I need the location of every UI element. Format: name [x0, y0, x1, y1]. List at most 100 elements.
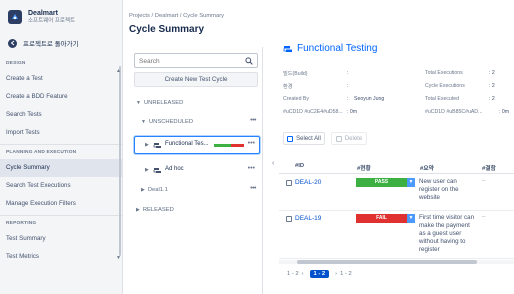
status-badge: FAIL	[356, 214, 407, 223]
sidebar-section-reporting: REPORTING	[6, 221, 37, 226]
chevron-down-icon: ▼	[141, 119, 146, 125]
column-header-status[interactable]: #현황	[357, 163, 371, 172]
scrollbar-thumb[interactable]	[297, 260, 477, 264]
sidebar-item-cycle-summary[interactable]: Cycle Summary	[0, 159, 122, 177]
row-checkbox[interactable]	[286, 180, 292, 186]
row-defects: –	[482, 214, 486, 220]
tree-node-unreleased[interactable]: ▼ UNRELEASED	[136, 100, 183, 106]
tree-node-unreleased-label: UNRELEASED	[143, 100, 184, 106]
table-row[interactable]: DEAL-19 FAIL ▼ First time visitor can ma…	[279, 211, 514, 259]
sidebar-item-search-tests[interactable]: Search Tests	[0, 106, 122, 124]
column-header-id[interactable]: #ID	[295, 163, 304, 169]
row-id-link[interactable]: DEAL-20	[295, 179, 321, 186]
sidebar-item-test-summary[interactable]: Test Summary	[0, 230, 122, 248]
arrow-left-icon	[8, 38, 17, 48]
chevron-down-icon: ▼	[407, 178, 415, 187]
cycle-icon	[283, 45, 292, 52]
delete-label: Delete	[344, 135, 363, 142]
sidebar-item-create-bdd[interactable]: Create a BDD Feature	[0, 88, 122, 106]
project-logo-icon	[8, 10, 22, 24]
app: Dealmart 소프트웨어 프로젝트 프로젝트로 돌아가기 DESIGN Cr…	[0, 0, 514, 294]
extra-left-value: : 0m	[347, 109, 358, 115]
total-executions-value: : 2	[489, 70, 495, 76]
row-summary: New user can register on the website	[419, 178, 459, 201]
unscheduled-more-icon[interactable]: •••	[250, 117, 256, 124]
delete-button[interactable]: Delete	[331, 132, 367, 145]
adhoc-more-icon[interactable]: •••	[248, 165, 255, 172]
sidebar-item-search-executions[interactable]: Search Test Executions	[0, 177, 122, 195]
tree-node-released[interactable]: ▶ RELEASED	[136, 207, 174, 213]
cycle-icon	[153, 168, 161, 173]
cycle-executions-value: : 2	[489, 83, 495, 89]
tree-cycle-functional-label: Functional Tes...	[165, 141, 209, 147]
tree-cycle-adhoc[interactable]: ▶ Ad hoc •••	[134, 161, 260, 179]
progress-pass-segment	[214, 144, 231, 147]
column-header-summary[interactable]: #요약	[420, 163, 434, 172]
trash-icon	[335, 135, 342, 142]
created-by-value: Seoyun Jung	[354, 96, 385, 102]
scroll-up-icon[interactable]: ▲	[116, 68, 121, 74]
status-dropdown[interactable]: PASS ▼	[356, 178, 415, 187]
tree-node-deal[interactable]: ▶ Deal1.1	[141, 187, 168, 193]
environment-value: :	[347, 83, 349, 89]
table-row[interactable]: DEAL-20 PASS ▼ New user can register on …	[279, 175, 514, 211]
sidebar-item-manage-filters[interactable]: Manage Execution Filters	[0, 195, 122, 213]
build-value: :	[347, 70, 349, 76]
collapse-panel-icon[interactable]: ‹	[272, 160, 274, 167]
current-page[interactable]: 1 - 2	[309, 270, 330, 278]
sidebar-section-design: DESIGN	[6, 61, 26, 66]
sidebar-item-create-test[interactable]: Create a Test	[0, 70, 122, 88]
created-by-label: Created By	[283, 96, 309, 102]
chevron-right-icon: ▶	[136, 207, 140, 213]
row-defects: –	[482, 178, 486, 184]
search-input[interactable]	[139, 56, 239, 66]
cycle-title: Functional Testing	[283, 43, 377, 54]
checkbox-icon	[287, 135, 294, 142]
breadcrumb[interactable]: Projects / Dealmart / Cycle Summary	[129, 13, 224, 19]
create-test-cycle-button[interactable]: Create New Test Cycle	[134, 72, 258, 87]
tree-cycle-adhoc-label: Ad hoc	[165, 166, 184, 172]
cycle-tree-panel: Create New Test Cycle ▼UNRELEASED ▼UNSCH…	[129, 47, 263, 294]
total-executed-label: Total Executed	[425, 96, 460, 102]
tree-node-unscheduled[interactable]: ▼ UNSCHEDULED	[141, 119, 193, 125]
progress-fail-segment	[230, 144, 244, 147]
sidebar-divider	[0, 215, 122, 216]
previous-page-icon[interactable]: ‹	[302, 271, 304, 277]
tree-node-released-label: RELEASED	[142, 207, 174, 213]
functional-more-icon[interactable]: •••	[248, 140, 255, 147]
sidebar-item-import-tests[interactable]: Import Tests	[0, 124, 122, 142]
created-by-sep: :	[347, 96, 349, 102]
cycle-icon	[153, 143, 161, 148]
sidebar-item-test-metrics[interactable]: Test Metrics	[0, 248, 122, 266]
back-to-project-label: 프로젝트로 돌아가기	[23, 41, 79, 48]
project-type: 소프트웨어 프로젝트	[28, 17, 76, 24]
deal-more-icon[interactable]: •••	[250, 185, 256, 192]
cycle-detail-panel: Functional Testing 빌드(Build) : 환경 : Crea…	[279, 40, 514, 294]
row-id-link[interactable]: DEAL-19	[295, 215, 321, 222]
search-icon[interactable]	[245, 57, 253, 65]
column-header-defects[interactable]: #결함	[482, 163, 496, 172]
chevron-right-icon: ▶	[141, 187, 145, 193]
pager-range-left: 1 - 2	[287, 271, 299, 277]
project-name: Dealmart	[28, 9, 58, 17]
row-summary: First time visitor can make the payment …	[419, 214, 475, 253]
scroll-down-icon[interactable]: ▼	[116, 255, 121, 261]
extra-right-value: : 0m	[499, 109, 510, 115]
chevron-right-icon: ▶	[145, 142, 149, 148]
status-dropdown[interactable]: FAIL ▼	[356, 214, 415, 223]
row-checkbox[interactable]	[286, 216, 292, 222]
extra-left-label: #uCD1D #uC2E4#uD58...	[283, 109, 343, 115]
extra-right-label: #uCD1D #uB85C#uAD...	[425, 109, 483, 115]
tree-cycle-functional[interactable]: ▶ Functional Tes... •••	[134, 136, 260, 154]
select-all-button[interactable]: Select All	[283, 132, 325, 145]
project-header[interactable]: Dealmart 소프트웨어 프로젝트	[0, 0, 122, 34]
back-to-project-link[interactable]: 프로젝트로 돌아가기	[0, 34, 122, 52]
table-horizontal-scrollbar[interactable]	[279, 260, 514, 264]
tree-search-box[interactable]	[134, 53, 258, 68]
table-header: #ID #현황 #요약 #결함	[279, 158, 514, 174]
sidebar-scrollbar[interactable]	[119, 66, 121, 256]
cycle-title-text: Functional Testing	[297, 43, 378, 54]
next-page-icon[interactable]: ›	[335, 271, 337, 277]
sidebar: Dealmart 소프트웨어 프로젝트 프로젝트로 돌아가기 DESIGN Cr…	[0, 0, 123, 294]
select-all-label: Select All	[296, 135, 321, 142]
